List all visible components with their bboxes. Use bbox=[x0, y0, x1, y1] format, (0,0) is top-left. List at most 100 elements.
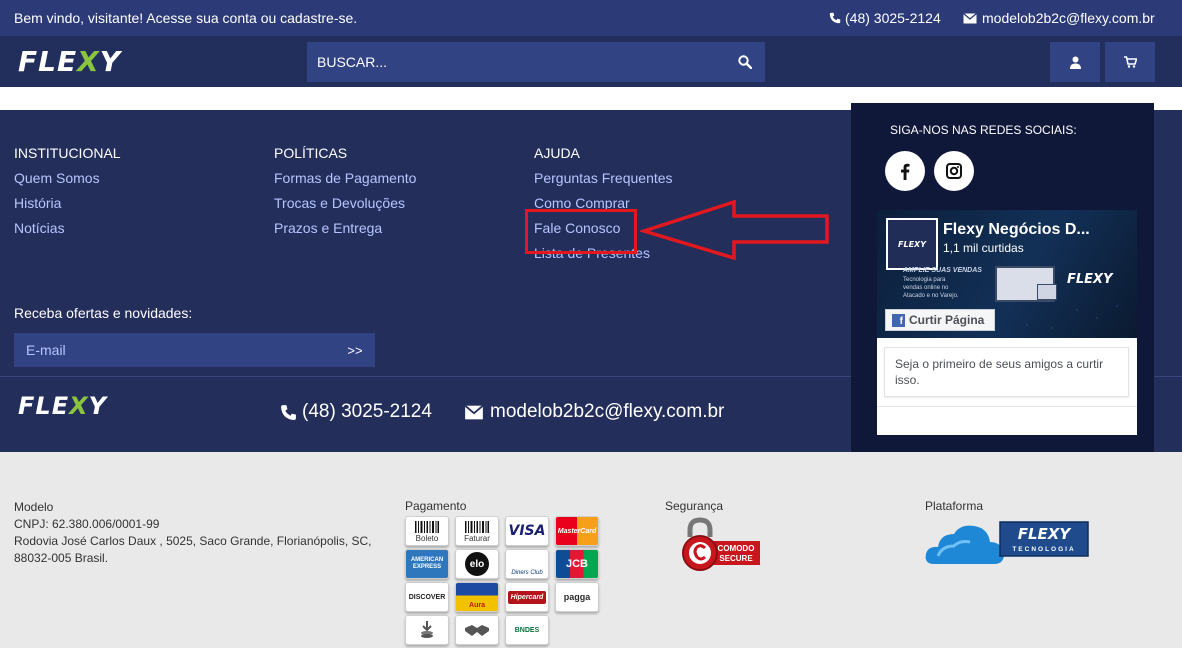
barcode-graphic bbox=[415, 520, 439, 533]
seal-text-secure: SECURE bbox=[719, 554, 753, 563]
search-button[interactable] bbox=[725, 42, 765, 82]
footer-flexy-logo: FLEXY bbox=[18, 392, 107, 420]
footer-email-text: modelob2b2c@flexy.com.br bbox=[490, 401, 725, 422]
security-title: Segurança bbox=[665, 499, 724, 513]
transfer-icon bbox=[455, 615, 499, 645]
cart-button[interactable] bbox=[1105, 42, 1155, 82]
barcode-graphic bbox=[465, 520, 489, 533]
facebook-page-widget: FLEXY Flexy Negócios D... 1,1 mil curtid… bbox=[877, 210, 1137, 435]
link-noticias[interactable]: Notícias bbox=[14, 220, 121, 236]
facebook-page-thumbnail[interactable]: FLEXY bbox=[886, 218, 938, 270]
hipercard-icon: Hipercard bbox=[505, 582, 549, 612]
widget-divider bbox=[877, 406, 1137, 407]
logo-text-pre: FLE bbox=[18, 45, 78, 78]
search-bar bbox=[307, 42, 765, 82]
social-panel: SIGA-NOS NAS REDES SOCIAIS: FLEXY Flexy … bbox=[851, 103, 1154, 460]
tablet-illustration bbox=[1037, 284, 1057, 300]
search-input[interactable] bbox=[307, 54, 725, 70]
payment-section: Pagamento bbox=[405, 499, 466, 516]
facebook-friends-text: Seja o primeiro de seus amigos a curtir … bbox=[884, 347, 1129, 397]
mastercard-icon: MasterCard bbox=[555, 516, 599, 546]
envelope-icon bbox=[464, 404, 484, 419]
like-button-label: Curtir Página bbox=[909, 313, 985, 327]
link-formas-pagamento[interactable]: Formas de Pagamento bbox=[274, 170, 416, 186]
facebook-page-likes: 1,1 mil curtidas bbox=[943, 241, 1024, 255]
welcome-message: Bem vindo, visitante! Acesse sua conta o… bbox=[14, 10, 358, 26]
elo-label: elo bbox=[465, 552, 489, 576]
flexy-platform-badge[interactable]: FLEXY TECNOLOGIA bbox=[924, 516, 1090, 569]
aura-icon: Aura bbox=[455, 582, 499, 612]
padlock-seal-graphic: COMODO SECURE bbox=[682, 517, 760, 571]
top-phone[interactable]: (48) 3025-2124 bbox=[829, 10, 941, 26]
diners-icon: Diners Club bbox=[505, 549, 549, 579]
account-button[interactable] bbox=[1050, 42, 1100, 82]
logo-text-pre: FLE bbox=[18, 392, 70, 420]
logo-text-post: Y bbox=[88, 392, 107, 420]
footer-col-title: POLÍTICAS bbox=[274, 145, 348, 161]
security-section: Segurança bbox=[665, 499, 723, 516]
company-info: Modelo CNPJ: 62.380.006/0001-99 Rodovia … bbox=[14, 499, 372, 567]
cover-headline: AMPLIE SUAS VENDAS bbox=[903, 267, 982, 274]
payment-title: Pagamento bbox=[405, 499, 467, 513]
logo-text-x: X bbox=[77, 45, 100, 78]
user-icon bbox=[1069, 56, 1081, 69]
bottom-info: Modelo CNPJ: 62.380.006/0001-99 Rodovia … bbox=[0, 452, 1182, 648]
arrow-annotation bbox=[640, 200, 829, 261]
platform-logo-text: FLEXY bbox=[1018, 525, 1073, 543]
newsletter-submit-button[interactable]: >> bbox=[335, 343, 375, 358]
link-trocas-devolucoes[interactable]: Trocas e Devoluções bbox=[274, 195, 416, 211]
platform-sub-text: TECNOLOGIA bbox=[1012, 546, 1075, 553]
envelope-icon bbox=[963, 12, 977, 23]
seal-text-comodo: COMODO bbox=[718, 544, 755, 553]
header: FLEXY bbox=[0, 36, 1182, 87]
instagram-icon bbox=[946, 163, 962, 179]
cover-text: Tecnologia para vendas online no Atacado… bbox=[903, 277, 959, 299]
footer-col-title: AJUDA bbox=[534, 145, 580, 161]
link-historia[interactable]: História bbox=[14, 195, 121, 211]
jcb-icon: JCB bbox=[555, 549, 599, 579]
company-address-line1: Rodovia José Carlos Daux , 5025, Saco Gr… bbox=[14, 534, 372, 548]
highlight-box bbox=[525, 209, 637, 254]
facebook-like-page-button[interactable]: f Curtir Página bbox=[885, 309, 995, 331]
flexy-logo[interactable]: FLEXY bbox=[18, 45, 121, 78]
link-quem-somos[interactable]: Quem Somos bbox=[14, 170, 121, 186]
comodo-secure-seal[interactable]: COMODO SECURE bbox=[680, 517, 762, 576]
newsletter-email-input[interactable] bbox=[14, 342, 335, 358]
facebook-button[interactable] bbox=[885, 151, 925, 191]
cover-logo: FLEXY bbox=[1067, 272, 1113, 287]
faturar-label: Faturar bbox=[464, 533, 490, 543]
footer-col-politicas: POLÍTICAS Formas de Pagamento Trocas e D… bbox=[274, 145, 416, 245]
platform-section: Plataforma bbox=[925, 499, 983, 516]
hipercard-label: Hipercard bbox=[507, 590, 547, 604]
facebook-page-name[interactable]: Flexy Negócios D... bbox=[943, 221, 1090, 239]
top-email-text: modelob2b2c@flexy.com.br bbox=[982, 10, 1155, 26]
amex-icon: AMERICAN EXPRESS bbox=[405, 549, 449, 579]
top-phone-text: (48) 3025-2124 bbox=[845, 10, 941, 26]
company-cnpj: CNPJ: 62.380.006/0001-99 bbox=[14, 517, 160, 531]
facebook-cover[interactable]: FLEXY Flexy Negócios D... 1,1 mil curtid… bbox=[877, 210, 1137, 338]
newsletter-label: Receba ofertas e novidades: bbox=[14, 305, 193, 321]
instagram-button[interactable] bbox=[934, 151, 974, 191]
logo-text-x: X bbox=[69, 392, 89, 420]
footer-col-institucional: INSTITUCIONAL Quem Somos História Notíci… bbox=[14, 145, 121, 245]
top-email[interactable]: modelob2b2c@flexy.com.br bbox=[963, 10, 1155, 26]
deposit-icon bbox=[405, 615, 449, 645]
top-bar: Bem vindo, visitante! Acesse sua conta o… bbox=[0, 0, 1182, 36]
footer-email[interactable]: modelob2b2c@flexy.com.br bbox=[464, 401, 724, 423]
link-prazos-entrega[interactable]: Prazos e Entrega bbox=[274, 220, 416, 236]
newsletter-form: >> bbox=[14, 333, 375, 367]
visa-icon: VISA bbox=[505, 516, 549, 546]
logo-text-post: Y bbox=[99, 45, 121, 78]
facebook-icon bbox=[901, 163, 910, 180]
link-perguntas-frequentes[interactable]: Perguntas Frequentes bbox=[534, 170, 673, 186]
boleto-icon: Boleto bbox=[405, 516, 449, 546]
company-name: Modelo bbox=[14, 500, 54, 514]
cart-icon bbox=[1123, 56, 1137, 68]
boleto-label: Boleto bbox=[415, 533, 439, 543]
phone-icon bbox=[829, 12, 841, 24]
elo-icon: elo bbox=[455, 549, 499, 579]
footer-phone[interactable]: (48) 3025-2124 bbox=[280, 401, 432, 423]
phone-icon bbox=[281, 404, 296, 420]
footer-phone-text: (48) 3025-2124 bbox=[302, 401, 432, 422]
faturar-icon: Faturar bbox=[455, 516, 499, 546]
